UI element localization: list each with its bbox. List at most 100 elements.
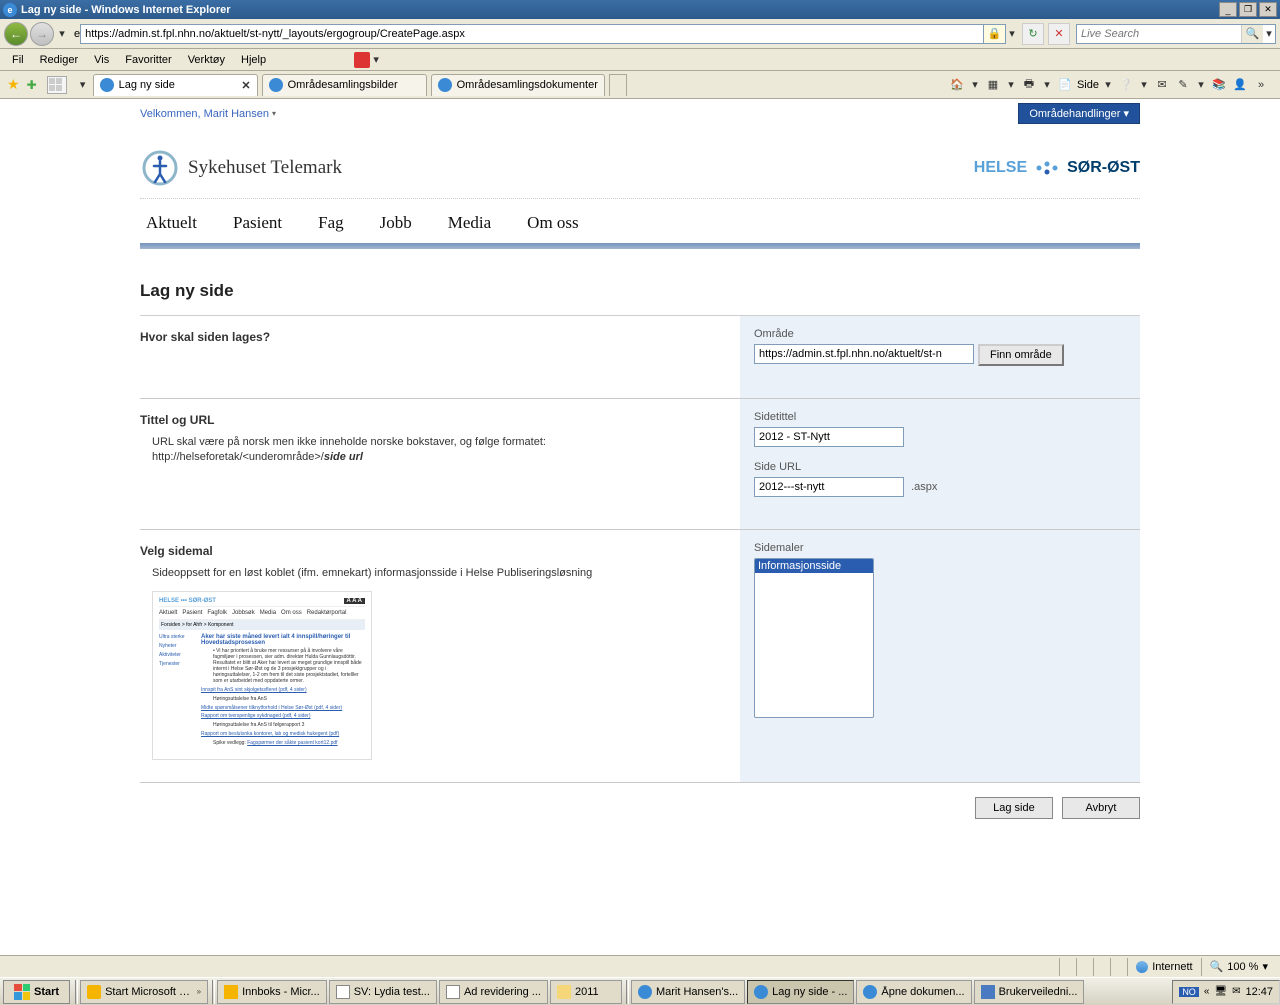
messenger-icon[interactable]: 👤 (1231, 76, 1249, 94)
print-dropdown[interactable]: ▾ (1041, 74, 1053, 96)
tools-dropdown[interactable]: ▾ (1138, 74, 1150, 96)
tray-icon[interactable]: ✉ (1232, 986, 1240, 997)
refresh-button[interactable]: ↻ (1022, 23, 1044, 45)
lock-icon: 🔒 (984, 24, 1006, 44)
edit-icon[interactable]: ✎ (1174, 76, 1192, 94)
page-url-input[interactable] (754, 477, 904, 497)
edit-dropdown[interactable]: ▾ (1195, 74, 1207, 96)
pdf-icon[interactable] (354, 52, 370, 68)
stop-button[interactable]: ✕ (1048, 23, 1070, 45)
restore-button[interactable]: ❐ (1239, 2, 1257, 17)
quick-tabs-dropdown[interactable]: ▾ (77, 74, 89, 96)
forward-button[interactable]: → (30, 22, 54, 46)
content-area: Velkommen, Marit Hansen ▾ Områdehandling… (0, 99, 1280, 955)
brand-sorost: SØR-ØST (1067, 159, 1140, 177)
tab-omradesamlingsdokumenter[interactable]: Områdesamlingsdokumenter (431, 74, 605, 96)
task-label: Innboks - Micr... (242, 986, 320, 998)
url-input[interactable] (80, 24, 984, 44)
tab-lag-ny-side[interactable]: Lag ny side ✕ (93, 74, 258, 96)
nav-history-dropdown[interactable]: ▾ (56, 23, 68, 45)
task-innboks[interactable]: Innboks - Micr... (217, 980, 327, 1004)
menu-verktoy[interactable]: Verktøy (180, 52, 233, 68)
nav-omoss[interactable]: Om oss (527, 213, 578, 233)
nav-jobb[interactable]: Jobb (380, 213, 412, 233)
menu-vis[interactable]: Vis (86, 52, 117, 68)
task-lydia[interactable]: SV: Lydia test... (329, 980, 437, 1004)
start-button[interactable]: Start (3, 980, 70, 1004)
task-adrev[interactable]: Ad revidering ... (439, 980, 548, 1004)
task-office[interactable]: Start Microsoft Office...» (80, 980, 208, 1004)
nav-divider (140, 243, 1140, 249)
quick-tabs-button[interactable] (47, 76, 67, 94)
page-menu-label[interactable]: Side (1077, 79, 1099, 91)
site-logo[interactable]: Sykehuset Telemark (140, 148, 342, 188)
task-label: SV: Lydia test... (354, 986, 430, 998)
menu-bar: Fil Rediger Vis Favoritter Verktøy Hjelp… (0, 49, 1280, 71)
close-window-button[interactable]: ✕ (1259, 2, 1277, 17)
search-dropdown[interactable]: ▾ (1263, 23, 1275, 45)
create-page-button[interactable]: Lag side (975, 797, 1053, 819)
clock[interactable]: 12:47 (1245, 986, 1273, 998)
menu-hjelp[interactable]: Hjelp (233, 52, 274, 68)
home-dropdown[interactable]: ▾ (969, 74, 981, 96)
page-title-input[interactable] (754, 427, 904, 447)
url-help-prefix: http://helseforetak/<underområde>/ (152, 451, 324, 463)
page-title-label: Sidetittel (754, 411, 1126, 423)
tray-icon[interactable]: 🖥 (1214, 986, 1227, 997)
favorites-icon[interactable]: ★ (7, 76, 20, 93)
close-tab-icon[interactable]: ✕ (241, 79, 250, 92)
task-label: Start Microsoft Office... (105, 986, 193, 998)
task-label: Lag ny side - ... (772, 986, 847, 998)
nav-fag[interactable]: Fag (318, 213, 344, 233)
research-icon[interactable]: 📚 (1210, 76, 1228, 94)
status-cell-4 (1110, 958, 1127, 976)
tab-omradesamlingsbilder[interactable]: Områdesamlingsbilder (262, 74, 427, 96)
url-suffix: .aspx (911, 481, 937, 493)
find-area-button[interactable]: Finn område (978, 344, 1064, 366)
menu-rediger[interactable]: Rediger (32, 52, 87, 68)
nav-media[interactable]: Media (448, 213, 491, 233)
back-button[interactable]: ← (4, 22, 28, 46)
minimize-button[interactable]: _ (1219, 2, 1237, 17)
zone-text: Internett (1152, 961, 1192, 973)
task-2011[interactable]: 2011 (550, 980, 622, 1004)
page-menu-icon[interactable]: 📄 (1056, 76, 1074, 94)
zoom-control[interactable]: 🔍 100 % ▾ (1201, 958, 1276, 976)
url-dropdown[interactable]: ▾ (1006, 23, 1018, 45)
menu-fil[interactable]: Fil (4, 52, 32, 68)
menu-favoritter[interactable]: Favoritter (117, 52, 179, 68)
pdf-dropdown[interactable]: ▾ (370, 49, 382, 71)
section-area: Hvor skal siden lages? Område Finn områd… (140, 316, 1140, 399)
welcome-text[interactable]: Velkommen, Marit Hansen (140, 108, 269, 120)
feeds-dropdown[interactable]: ▾ (1005, 74, 1017, 96)
print-icon[interactable]: 🖶 (1020, 76, 1038, 94)
task-label: 2011 (575, 986, 599, 998)
brand-dots-icon (1033, 158, 1061, 178)
welcome-dropdown-icon[interactable]: ▾ (272, 109, 276, 118)
status-cell-1 (1059, 958, 1076, 976)
task-bruker[interactable]: Brukerveiledni... (974, 980, 1085, 1004)
nav-pasient[interactable]: Pasient (233, 213, 282, 233)
search-button[interactable]: 🔍 (1241, 25, 1263, 43)
task-lagnyside[interactable]: Lag ny side - ... (747, 980, 854, 1004)
nav-aktuelt[interactable]: Aktuelt (146, 213, 197, 233)
add-favorite-icon[interactable]: ✚ (27, 78, 37, 92)
tray-expand-icon[interactable]: « (1204, 986, 1210, 997)
cancel-button[interactable]: Avbryt (1062, 797, 1140, 819)
overflow-icon[interactable]: » (1252, 76, 1270, 94)
task-apne[interactable]: Åpne dokumen... (856, 980, 971, 1004)
area-input[interactable] (754, 344, 974, 364)
home-icon[interactable]: 🏠 (948, 76, 966, 94)
new-tab-button[interactable] (609, 74, 627, 96)
mail-icon[interactable]: ✉ (1153, 76, 1171, 94)
site-actions-button[interactable]: Områdehandlinger ▾ (1018, 103, 1140, 124)
search-input[interactable] (1077, 28, 1241, 40)
url-help-line1: URL skal være på norsk men ikke innehold… (152, 436, 546, 448)
task-marit[interactable]: Marit Hansen's... (631, 980, 745, 1004)
feeds-icon[interactable]: ▦ (984, 76, 1002, 94)
tab-icon (100, 78, 114, 92)
template-select[interactable]: Informasjonsside (754, 558, 874, 718)
tools-icon[interactable]: ❔ (1117, 76, 1135, 94)
page-dropdown[interactable]: ▾ (1102, 74, 1114, 96)
lang-indicator[interactable]: NO (1179, 987, 1199, 997)
